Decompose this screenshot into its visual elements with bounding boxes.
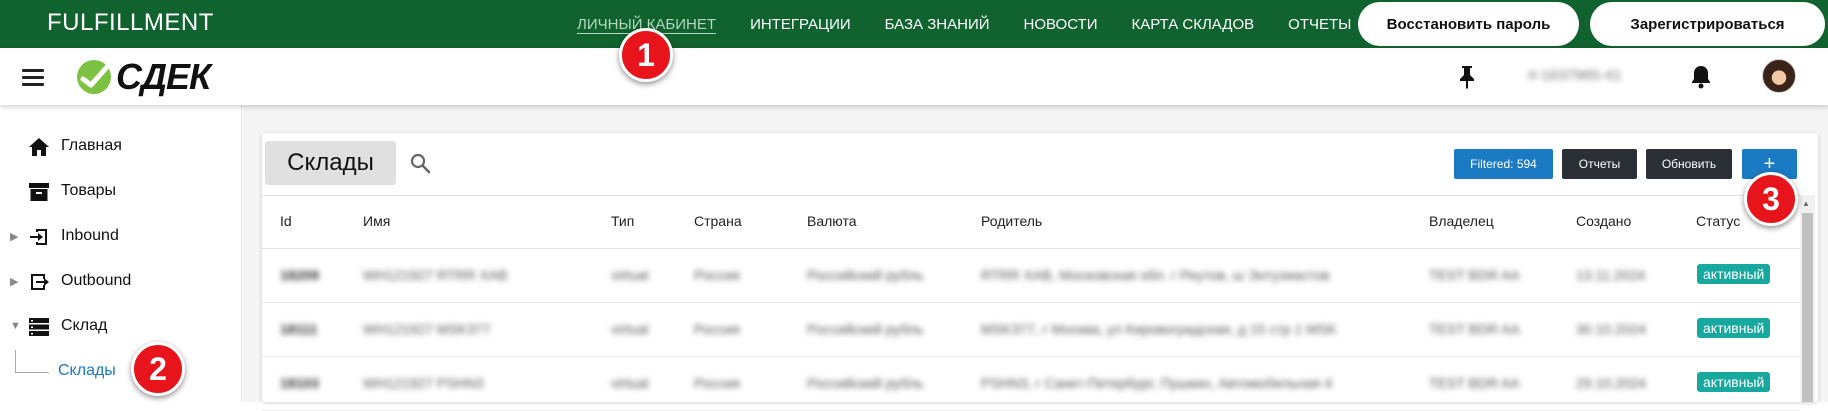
table-row[interactable]: 18209 WH121927 RTRR XAB virtual Россия Р… (262, 249, 1800, 303)
sidebar-item-label: Inbound (61, 227, 119, 244)
restore-password-button[interactable]: Восстановить пароль (1358, 2, 1579, 46)
cell-currency: Российский рубль (807, 267, 924, 283)
register-button[interactable]: Зарегистрироваться (1590, 2, 1825, 46)
table-row[interactable]: 18111 WH121927 MSK377 virtual Россия Рос… (262, 303, 1800, 357)
outbound-icon (31, 274, 49, 290)
cell-name: WH121927 RTRR XAB (363, 267, 508, 283)
logo-mark-icon (77, 60, 111, 94)
avatar[interactable] (1762, 59, 1796, 93)
cell-created: 29.10.2024 (1576, 375, 1647, 391)
top-bar: FULFILLMENT ЛИЧНЫЙ КАБИНЕТ ИНТЕГРАЦИИ БА… (0, 0, 1828, 48)
column-country[interactable]: Страна (694, 213, 742, 229)
cell-parent: MSK377, г Москва, ул Кировоградская, д 1… (981, 321, 1337, 337)
refresh-button[interactable]: Обновить (1646, 149, 1732, 179)
expand-arrow-icon[interactable]: ▶ (10, 275, 18, 288)
sidebar-item-inbound[interactable]: ▶ Inbound (0, 216, 242, 256)
warehouse-icon (29, 318, 49, 336)
search-icon[interactable] (409, 152, 431, 174)
cell-type: virtual (611, 267, 649, 283)
nav-reports[interactable]: ОТЧЕТЫ (1288, 16, 1351, 33)
archive-icon (29, 183, 49, 201)
column-status[interactable]: Статус (1696, 213, 1740, 229)
app-header: СДЕК #-1637965-41 (0, 48, 1828, 105)
sidebar-item-label: Главная (61, 137, 122, 154)
scrollbar-thumb[interactable] (1802, 213, 1813, 402)
cell-country: Россия (694, 375, 740, 391)
cell-currency: Российский рубль (807, 321, 924, 337)
cdek-logo[interactable]: СДЕК (74, 56, 234, 98)
brand-title: FULFILLMENT (47, 9, 214, 36)
cell-type: virtual (611, 375, 649, 391)
sidebar-item-goods[interactable]: Товары (0, 171, 242, 211)
nav-integrations[interactable]: ИНТЕГРАЦИИ (750, 16, 851, 33)
home-icon (29, 138, 49, 156)
sidebar-item-label: Склад (61, 317, 108, 334)
column-created[interactable]: Создано (1576, 213, 1631, 229)
filtered-button[interactable]: Filtered: 594 (1454, 149, 1553, 179)
status-badge: активный (1697, 264, 1771, 284)
column-id[interactable]: Id (280, 213, 292, 229)
cell-owner: TEST BDR AA (1429, 321, 1520, 337)
table-row[interactable]: 18103 WH121927 PSHN3 virtual Россия Росс… (262, 357, 1800, 411)
page-title: Склады (265, 141, 396, 185)
cell-owner: TEST BDR AA (1429, 375, 1520, 391)
cell-owner: TEST BDR AA (1429, 267, 1520, 283)
tree-line (15, 350, 16, 372)
cell-name: WH121927 MSK377 (363, 321, 491, 337)
sidebar-item-outbound[interactable]: ▶ Outbound (0, 261, 242, 301)
cell-name: WH121927 PSHN3 (363, 375, 484, 391)
logo-text: СДЕК (116, 56, 211, 97)
nav-warehouse-map[interactable]: КАРТА СКЛАДОВ (1131, 16, 1254, 33)
sidebar-item-home[interactable]: Главная (0, 126, 242, 166)
menu-icon[interactable] (22, 69, 44, 86)
scroll-up-icon[interactable]: ▲ (1802, 199, 1810, 208)
column-currency[interactable]: Валюта (807, 213, 857, 229)
annotation-marker-1: 1 (619, 28, 673, 82)
status-badge: активный (1697, 318, 1771, 338)
top-nav: ЛИЧНЫЙ КАБИНЕТ ИНТЕГРАЦИИ БАЗА ЗНАНИЙ НО… (577, 0, 1385, 48)
pin-icon[interactable] (1456, 64, 1478, 90)
annotation-marker-3: 3 (1744, 172, 1798, 226)
cell-id: 18111 (280, 321, 318, 337)
cell-id: 18209 (280, 267, 319, 283)
table-header: Id Имя Тип Страна Валюта Родитель Владел… (262, 195, 1800, 249)
nav-knowledge-base[interactable]: БАЗА ЗНАНИЙ (885, 16, 990, 33)
cell-created: 30.10.2024 (1576, 321, 1647, 337)
collapse-arrow-icon[interactable]: ▼ (10, 320, 21, 332)
account-id: #-1637965-41 (1528, 67, 1622, 84)
annotation-marker-2: 2 (131, 342, 185, 396)
column-owner[interactable]: Владелец (1429, 213, 1494, 229)
cell-parent: PSHN3, г Санкт-Петербург, Пушкин, Автомо… (981, 375, 1333, 391)
sidebar-item-warehouse[interactable]: ▼ Склад (0, 306, 242, 346)
cell-type: virtual (611, 321, 649, 337)
tree-line (15, 372, 49, 373)
sidebar-item-warehouses[interactable]: Склады (58, 362, 116, 380)
status-badge: активный (1697, 372, 1771, 392)
cell-created: 13.11.2024 (1576, 267, 1646, 283)
column-type[interactable]: Тип (611, 213, 634, 229)
cell-id: 18103 (280, 375, 319, 391)
reports-button[interactable]: Отчеты (1562, 149, 1637, 179)
bell-icon[interactable] (1690, 64, 1712, 90)
expand-arrow-icon[interactable]: ▶ (10, 230, 18, 243)
cell-parent: RTRR XAB, Московская обл. г Реутов, ш Эн… (981, 267, 1330, 283)
sidebar-item-label: Outbound (61, 272, 132, 289)
nav-news[interactable]: НОВОСТИ (1024, 16, 1098, 33)
column-parent[interactable]: Родитель (981, 213, 1042, 229)
cell-country: Россия (694, 321, 740, 337)
inbound-icon (30, 229, 47, 245)
cell-currency: Российский рубль (807, 375, 924, 391)
sidebar-item-label: Товары (61, 182, 117, 199)
column-name[interactable]: Имя (363, 213, 390, 229)
cell-country: Россия (694, 267, 740, 283)
